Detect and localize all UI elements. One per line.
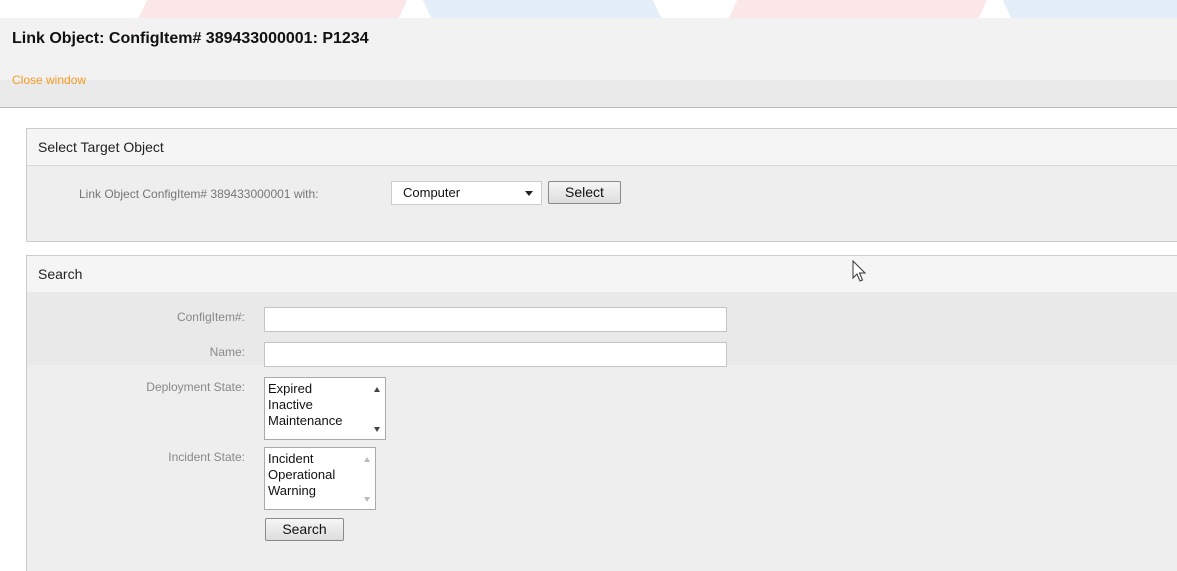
search-panel: Search ConfigItem#: Name: Deployment Sta… <box>26 255 1177 571</box>
deployment-state-listbox[interactable]: Expired Inactive Maintenance <box>264 377 386 440</box>
search-button[interactable]: Search <box>265 518 344 541</box>
list-item[interactable]: Incident <box>268 451 375 467</box>
scroll-up-icon[interactable] <box>374 387 380 392</box>
link-object-page: Link Object: ConfigItem# 389433000001: P… <box>0 0 1177 571</box>
list-item[interactable]: Maintenance <box>268 413 385 429</box>
incident-state-listbox[interactable]: Incident Operational Warning <box>264 447 376 510</box>
name-input[interactable] <box>264 342 727 367</box>
mouse-pointer-icon <box>852 260 867 282</box>
name-label: Name: <box>209 345 245 359</box>
scroll-up-icon[interactable] <box>364 457 370 462</box>
listbox-scrollbar[interactable] <box>370 378 385 439</box>
scroll-down-icon[interactable] <box>374 427 380 432</box>
target-object-dropdown[interactable]: Computer <box>391 181 542 205</box>
list-item[interactable]: Warning <box>268 483 375 499</box>
target-object-selected-value: Computer <box>403 185 461 200</box>
page-title: Link Object: ConfigItem# 389433000001: P… <box>12 30 369 47</box>
chevron-down-icon <box>525 191 533 196</box>
scroll-down-icon[interactable] <box>364 497 370 502</box>
panel-title: Select Target Object <box>27 129 1177 166</box>
list-item[interactable]: Operational <box>268 467 375 483</box>
listbox-scrollbar[interactable] <box>360 448 375 509</box>
list-item[interactable]: Expired <box>268 381 385 397</box>
list-item[interactable]: Inactive <box>268 397 385 413</box>
close-window-link[interactable]: Close window <box>12 73 86 87</box>
deployment-state-label: Deployment State: <box>146 380 245 394</box>
top-decoration-banner <box>0 0 1177 18</box>
select-target-object-panel: Select Target Object Link Object ConfigI… <box>26 128 1177 242</box>
window-header: Link Object: ConfigItem# 389433000001: P… <box>0 18 1177 108</box>
incident-state-label: Incident State: <box>168 450 245 464</box>
link-object-label: Link Object ConfigItem# 389433000001 wit… <box>79 187 319 201</box>
select-button[interactable]: Select <box>548 181 621 204</box>
configitem-number-label: ConfigItem#: <box>176 310 245 324</box>
panel-title: Search <box>27 256 1177 293</box>
configitem-number-input[interactable] <box>264 307 727 332</box>
